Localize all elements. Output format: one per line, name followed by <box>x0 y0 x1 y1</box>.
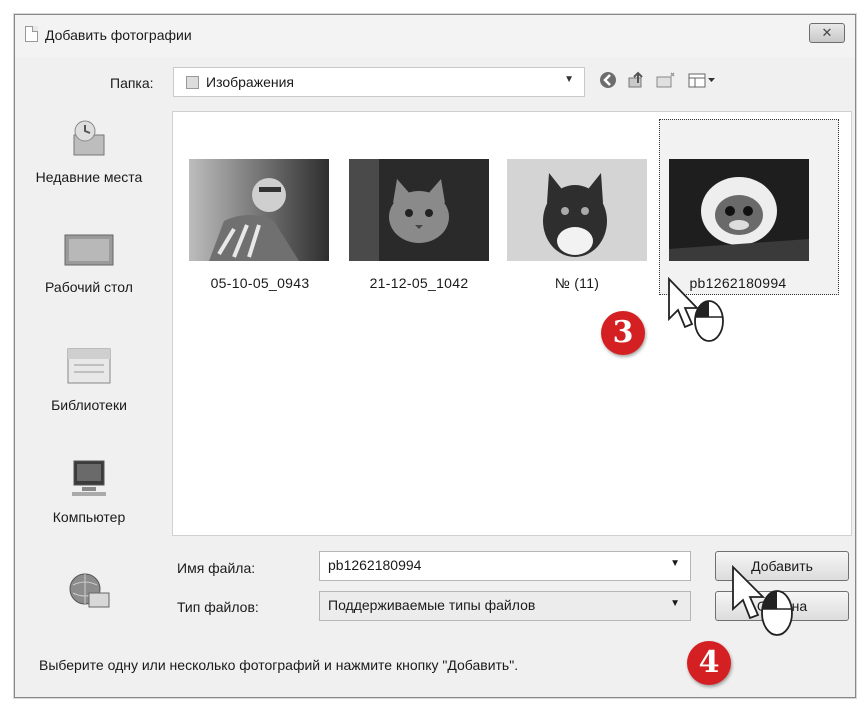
cursor-mouse-annotation-icon <box>732 564 793 636</box>
place-libraries[interactable]: Библиотеки <box>15 345 163 415</box>
thumbnail-image[interactable] <box>349 159 489 261</box>
chevron-down-icon[interactable]: ▼ <box>670 598 680 609</box>
window-title: Добавить фотографии <box>45 27 192 43</box>
place-recent[interactable]: Недавние места <box>15 117 163 187</box>
thumbnail-image[interactable] <box>507 159 647 261</box>
folder-label: Папка: <box>110 75 154 91</box>
thumbnail-image[interactable] <box>669 159 809 261</box>
place-computer[interactable]: Компьютер <box>15 459 163 527</box>
places-bar: Недавние места Рабочий стол Библиотеки К… <box>15 111 163 608</box>
cursor-mouse-annotation-icon <box>668 276 724 342</box>
place-network[interactable] <box>15 569 163 622</box>
libraries-icon <box>15 345 163 392</box>
network-icon <box>15 569 163 618</box>
place-label: Компьютер <box>52 509 126 525</box>
up-folder-icon[interactable] <box>627 71 645 93</box>
chevron-down-icon[interactable]: ▼ <box>670 558 680 569</box>
folder-icon <box>186 76 199 89</box>
recent-places-icon <box>15 117 163 164</box>
folder-combo[interactable]: Изображения ▼ <box>173 67 585 97</box>
chevron-down-icon[interactable]: ▼ <box>564 74 574 85</box>
file-name-label[interactable]: № (11) <box>502 275 652 291</box>
filename-input[interactable]: pb1262180994 <box>328 557 421 573</box>
folder-value: Изображения <box>206 74 294 90</box>
file-name-label[interactable]: 05-10-05_0943 <box>185 275 335 291</box>
computer-icon <box>15 459 163 504</box>
step-3-badge: 3 <box>601 311 645 355</box>
back-icon[interactable] <box>599 71 617 93</box>
close-button[interactable]: ✕ <box>809 23 845 43</box>
title-bar[interactable]: Добавить фотографии ✕ <box>15 15 855 57</box>
filetype-select[interactable]: Поддерживаемые типы файлов ▼ <box>319 591 691 621</box>
filename-combo[interactable]: pb1262180994 ▼ <box>319 551 691 581</box>
desktop-icon <box>15 233 163 274</box>
document-icon <box>25 26 38 42</box>
file-name-label[interactable]: 21-12-05_1042 <box>344 275 494 291</box>
new-folder-icon[interactable] <box>655 71 677 93</box>
place-label: Библиотеки <box>51 397 127 413</box>
place-label: Недавние места <box>35 169 143 185</box>
filetype-label: Тип файлов: <box>177 599 259 615</box>
step-4-badge: 4 <box>687 641 731 685</box>
filename-label: Имя файла: <box>177 560 256 576</box>
place-desktop[interactable]: Рабочий стол <box>15 233 163 297</box>
view-menu-icon[interactable] <box>687 71 717 93</box>
thumbnail-image[interactable] <box>189 159 329 261</box>
add-photos-dialog: Добавить фотографии ✕ Папка: Изображения… <box>14 14 856 698</box>
filetype-value: Поддерживаемые типы файлов <box>328 597 536 613</box>
place-label: Рабочий стол <box>45 279 133 295</box>
status-text: Выберите одну или несколько фотографий и… <box>39 657 519 673</box>
